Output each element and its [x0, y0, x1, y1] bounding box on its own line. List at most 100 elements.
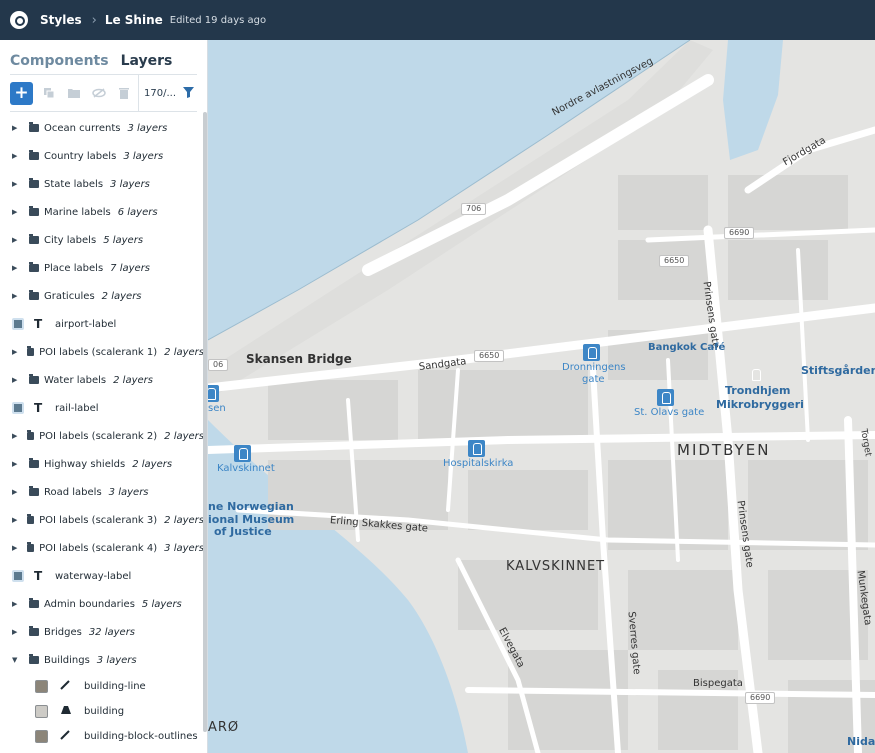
layer-group-row[interactable]: ▶ Water labels 2 layers	[0, 366, 204, 394]
beer-icon[interactable]	[747, 366, 764, 383]
layer-row[interactable]: Twaterway-label	[0, 562, 204, 590]
layer-list-scrollbar[interactable]	[203, 112, 207, 732]
caret-right-icon[interactable]: ▶	[12, 516, 18, 524]
tab-layers[interactable]: Layers	[121, 53, 173, 74]
caret-right-icon[interactable]: ▶	[12, 460, 20, 468]
layer-group-row[interactable]: ▶ POI labels (scalerank 2) 2 layers	[0, 422, 204, 450]
layer-group-name: Road labels	[44, 486, 102, 498]
layer-group-row[interactable]: ▶ Place labels 7 layers	[0, 254, 204, 282]
caret-right-icon[interactable]: ▶	[12, 124, 20, 132]
layer-group-row[interactable]: ▶ Admin boundaries 5 layers	[0, 590, 204, 618]
map-canvas[interactable]: 706 6690 6650 6650 06 6690 Nordre avlast…	[208, 40, 875, 753]
symbol-text-icon: T	[34, 317, 43, 331]
layer-group-row[interactable]: ▶ Country labels 3 layers	[0, 142, 204, 170]
layer-group-row[interactable]: ▶ Highway shields 2 layers	[0, 450, 204, 478]
app-logo-icon[interactable]	[10, 11, 28, 29]
folder-icon	[26, 514, 35, 524]
line-pencil-icon	[60, 680, 72, 693]
top-bar: Styles › Le Shine Edited 19 days ago	[0, 0, 875, 40]
caret-right-icon[interactable]: ▶	[12, 600, 20, 608]
caret-right-icon[interactable]: ▶	[12, 180, 20, 188]
layer-group-row[interactable]: ▶ Graticules 2 layers	[0, 282, 204, 310]
layer-group-row[interactable]: ▶ Marine labels 6 layers	[0, 198, 204, 226]
layer-group-row[interactable]: ▶ Road labels 3 layers	[0, 478, 204, 506]
folder-icon	[29, 178, 39, 188]
caret-right-icon[interactable]: ▶	[12, 292, 20, 300]
layer-group-name: POI labels (scalerank 2)	[39, 430, 158, 442]
breadcrumb-styles-link[interactable]: Styles	[40, 13, 82, 27]
layer-group-row[interactable]: ▶ Ocean currents 3 layers	[0, 114, 204, 142]
rail-station-icon[interactable]	[468, 440, 485, 457]
caret-right-icon[interactable]: ▶	[12, 488, 20, 496]
layer-name: building-line	[84, 681, 146, 692]
folder-icon	[29, 458, 39, 468]
rail-station-icon[interactable]	[583, 344, 600, 361]
layer-color-swatch[interactable]	[12, 318, 24, 330]
folder-icon	[29, 262, 39, 272]
caret-right-icon[interactable]: ▶	[12, 236, 20, 244]
style-name[interactable]: Le Shine	[105, 13, 163, 27]
layer-row[interactable]: Tairport-label	[0, 310, 204, 338]
road-shield: 6690	[745, 692, 776, 704]
caret-right-icon[interactable]: ▶	[12, 152, 20, 160]
layer-color-swatch[interactable]	[35, 705, 48, 718]
panel-tabs: Components Layers	[0, 40, 207, 74]
poi-label: Dronningens	[562, 362, 626, 373]
add-layer-button[interactable]: +	[10, 81, 33, 105]
caret-right-icon[interactable]: ▶	[12, 376, 20, 384]
sublayer-row[interactable]: building-block-outlines	[0, 724, 204, 749]
layer-group-row[interactable]: ▶ POI labels (scalerank 4) 3 layers	[0, 534, 204, 562]
layer-group-row[interactable]: ▶ State labels 3 layers	[0, 170, 204, 198]
layer-list: ▶ Ocean currents 3 layers ▶ Country labels 3 …	[0, 114, 204, 749]
layer-name: building	[84, 706, 125, 717]
duplicate-icon[interactable]	[37, 83, 61, 103]
layer-group-row[interactable]: ▼ Buildings 3 layers	[0, 646, 204, 674]
group-folder-icon[interactable]	[62, 83, 86, 103]
poi-label: Trondhjem	[725, 384, 791, 397]
layer-color-swatch[interactable]	[35, 730, 48, 743]
caret-right-icon[interactable]: ▶	[12, 628, 20, 636]
folder-icon	[29, 206, 39, 216]
layer-group-count: 5 layers	[103, 234, 144, 246]
rail-station-icon[interactable]	[208, 385, 219, 402]
layer-color-swatch[interactable]	[12, 402, 24, 414]
layer-group-row[interactable]: ▶ Bridges 32 layers	[0, 618, 204, 646]
hide-icon[interactable]	[87, 83, 111, 103]
rail-station-icon[interactable]	[234, 445, 251, 462]
layer-group-row[interactable]: ▶ POI labels (scalerank 3) 2 layers	[0, 506, 204, 534]
folder-icon	[26, 542, 35, 552]
caret-right-icon[interactable]: ▶	[12, 208, 20, 216]
layer-group-name: Place labels	[44, 262, 104, 274]
sublayer-row[interactable]: building-line	[0, 674, 204, 699]
caret-down-icon[interactable]: ▼	[12, 656, 20, 664]
layer-group-row[interactable]: ▶ POI labels (scalerank 1) 2 layers	[0, 338, 204, 366]
breadcrumb-separator-icon: ›	[91, 12, 97, 28]
filter-icon[interactable]	[183, 87, 194, 101]
layer-name: waterway-label	[55, 570, 132, 582]
layer-group-count: 3 layers	[108, 486, 149, 498]
caret-right-icon[interactable]: ▶	[12, 544, 18, 552]
caret-right-icon[interactable]: ▶	[12, 432, 18, 440]
place-label: Skansen Bridge	[246, 352, 352, 366]
layer-name: rail-label	[55, 402, 99, 414]
road-shield: 06	[208, 359, 229, 371]
edited-timestamp: Edited 19 days ago	[169, 14, 267, 26]
road-shield: 706	[461, 203, 487, 215]
layers-panel: Components Layers + 170/... ▶ Ocean curre…	[0, 40, 208, 753]
fill-shape-icon	[60, 705, 72, 718]
layer-group-count: 2 layers	[164, 430, 204, 442]
caret-right-icon[interactable]: ▶	[12, 348, 18, 356]
layer-color-swatch[interactable]	[35, 680, 48, 693]
sublayer-row[interactable]: building	[0, 699, 204, 724]
layer-color-swatch[interactable]	[12, 570, 24, 582]
road-shield: 6690	[724, 227, 755, 239]
rail-station-icon[interactable]	[657, 389, 674, 406]
poi-label: sen	[208, 403, 226, 414]
poi-label: Hospitalskirka	[443, 458, 514, 469]
layer-group-row[interactable]: ▶ City labels 5 layers	[0, 226, 204, 254]
layer-group-count: 2 layers	[132, 458, 173, 470]
tab-components[interactable]: Components	[10, 53, 109, 74]
layer-row[interactable]: Trail-label	[0, 394, 204, 422]
delete-icon[interactable]	[112, 83, 136, 103]
caret-right-icon[interactable]: ▶	[12, 264, 20, 272]
